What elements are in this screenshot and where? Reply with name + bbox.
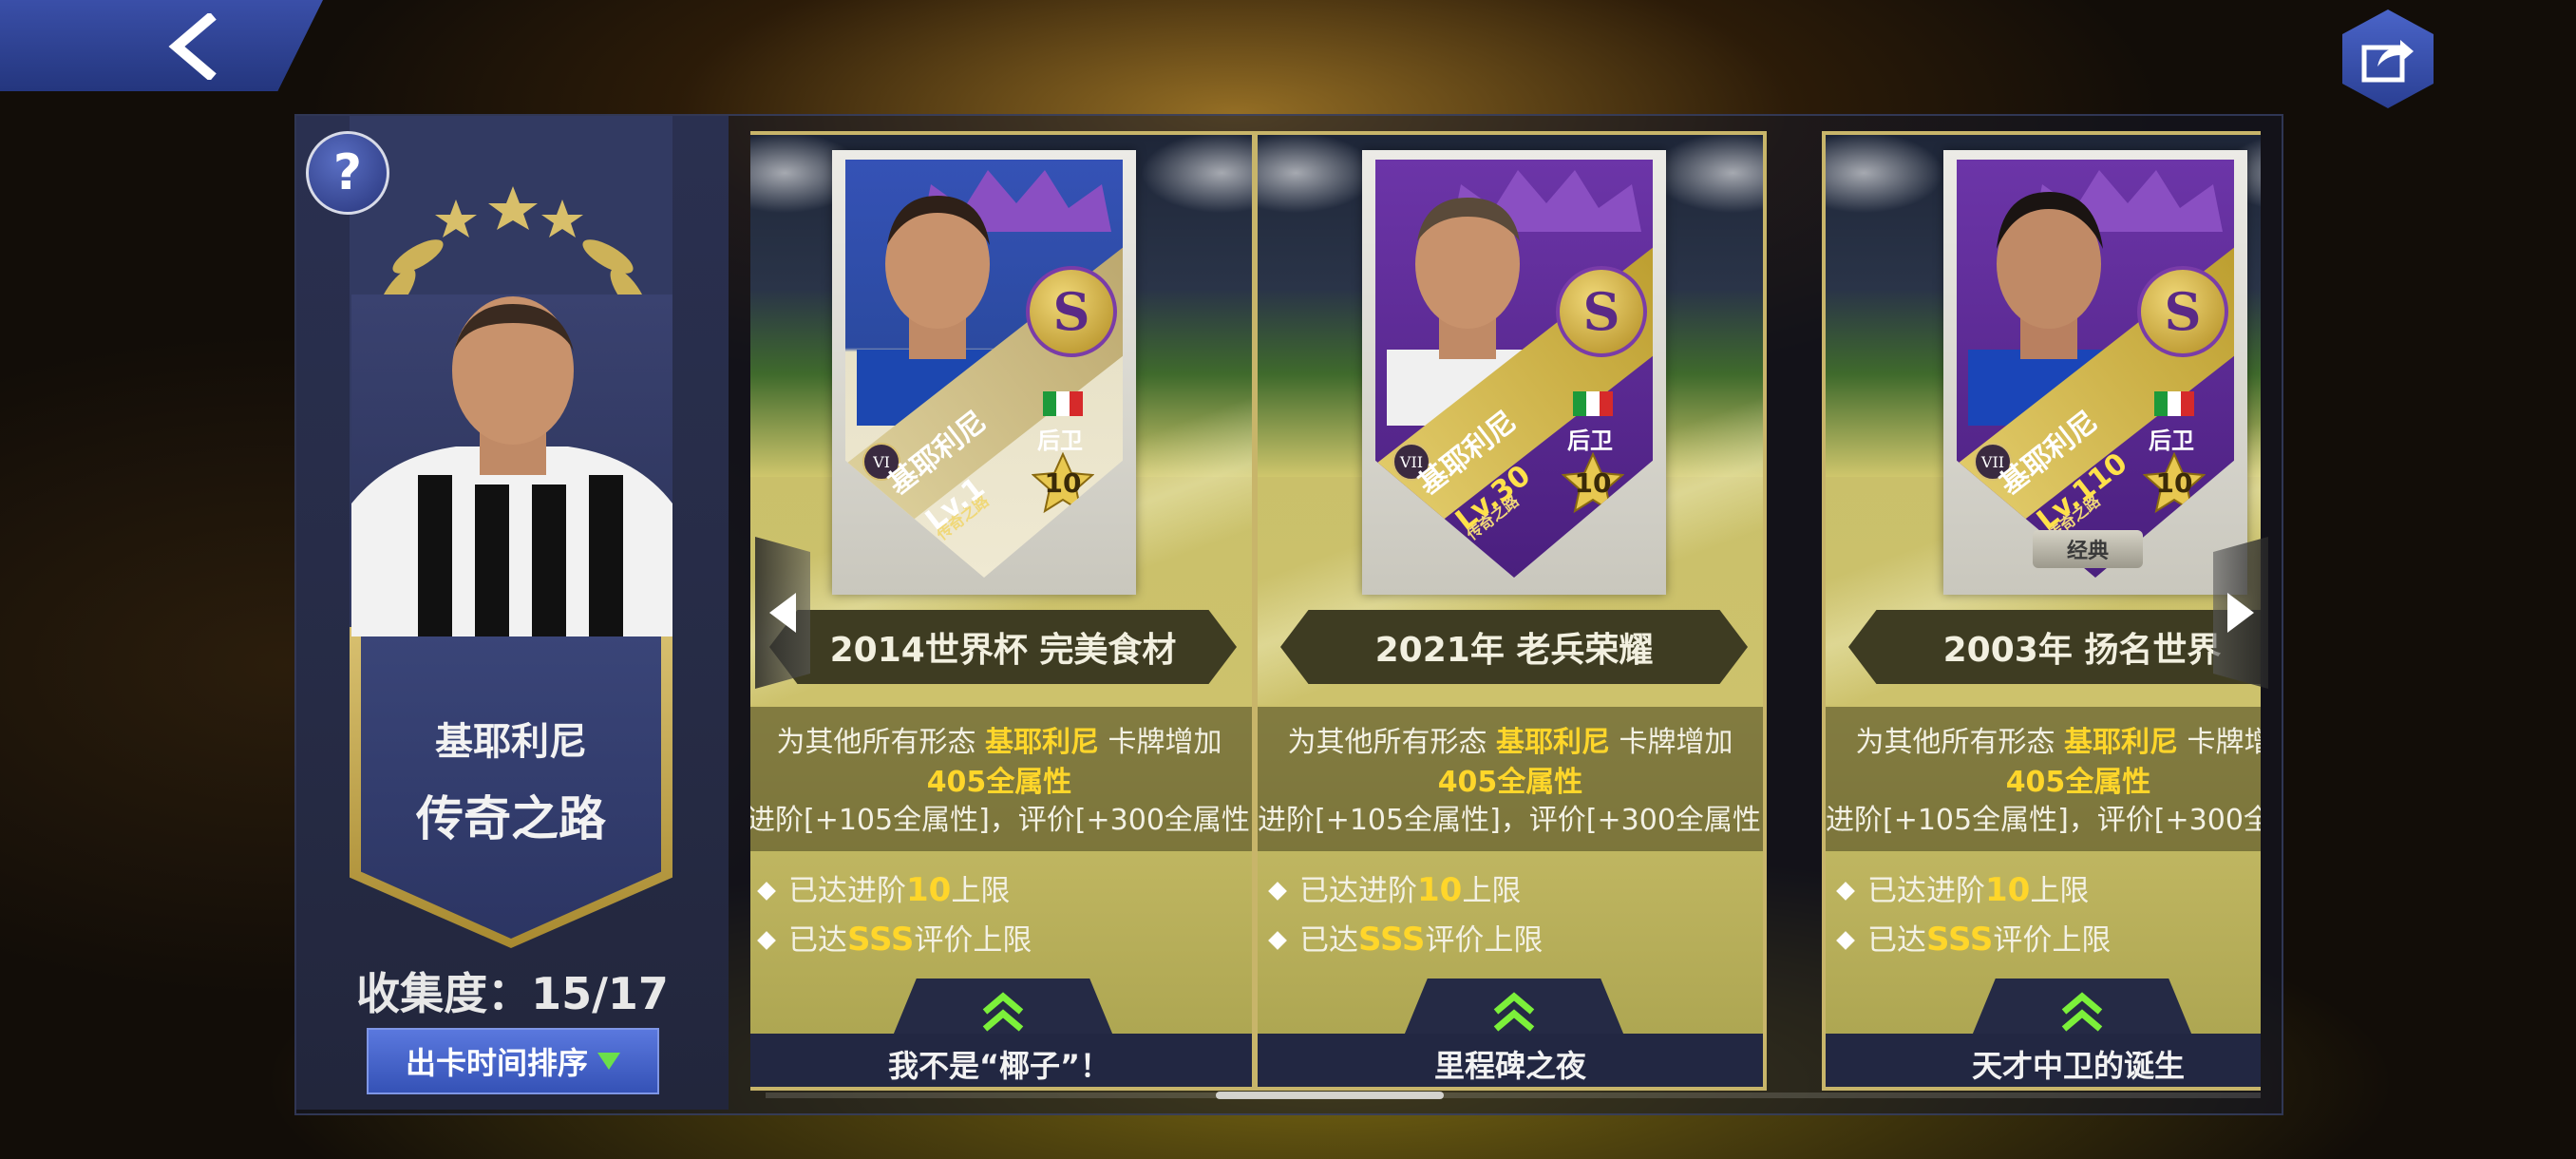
cond-text: 已达 [1299, 923, 1358, 958]
player-card-badge[interactable]: S 后卫 10 VII 传奇之路 基耶利尼 Lv.30 [1362, 150, 1666, 595]
player-card-badge[interactable]: S 后卫 10 VII 传奇之路 基耶利尼 Lv.110 经典 [1943, 150, 2247, 595]
description-box: 为其他所有形态 基耶利尼 卡牌增加 405全属性 进阶[+105全属性]，评价[… [750, 707, 1252, 851]
carousel-scroll-track[interactable] [766, 1092, 2261, 1098]
chevron-left-icon [168, 13, 217, 80]
rating-value: 10 [2155, 467, 2193, 499]
cond-text: 已达进阶 [788, 874, 906, 908]
cond-text: 上限 [2030, 874, 2090, 908]
rating-value: 10 [1044, 467, 1082, 499]
bonus-detail: 进阶[+105全属性]，评价[+300全属性] [750, 804, 1256, 837]
bonus-detail: 进阶[+105全属性]，评价[+300全属性] [1826, 804, 2261, 837]
cond-text: 已达 [788, 923, 847, 958]
cond-text: 已达 [1867, 923, 1926, 958]
card-title: 2014世界杯 完美食材 [769, 610, 1237, 684]
help-button[interactable]: ? [306, 131, 389, 215]
bonus-description: 为其他所有形态 基耶利尼 卡牌增加 [1258, 718, 1763, 760]
cond-highlight: SSS [847, 921, 915, 959]
position-label: 后卫 [1567, 428, 1613, 454]
italy-flag-icon [1043, 391, 1083, 416]
cond-text: 上限 [951, 874, 1011, 908]
sss-emblem-icon: S [1026, 266, 1117, 357]
sss-emblem-icon: S [1556, 266, 1647, 357]
condition-rating: 已达SSS评价上限 [757, 916, 1032, 959]
condition-advance: 已达进阶10上限 [757, 866, 1011, 909]
bonus-value: 405全属性 [2005, 766, 2151, 799]
card-story-title: 我不是“椰子”！ [750, 1034, 1252, 1087]
back-button[interactable] [0, 0, 323, 91]
italy-flag-icon [1573, 391, 1613, 416]
desc-suffix: 卡牌增加 [2187, 726, 2261, 759]
desc-player-name: 基耶利尼 [1496, 726, 1610, 759]
card-title: 2003年 扬名世界 [1848, 610, 2261, 684]
bonus-value: 405全属性 [1437, 766, 1583, 799]
card-story-title: 里程碑之夜 [1258, 1034, 1763, 1087]
sss-emblem-icon: S [2137, 266, 2228, 357]
bonus-value: 405全属性 [926, 766, 1072, 799]
cond-text: 上限 [1462, 874, 1522, 908]
diamond-bullet-icon [757, 882, 776, 901]
desc-suffix: 卡牌增加 [1619, 726, 1733, 759]
cond-text: 已达进阶 [1867, 874, 1985, 908]
condition-advance: 已达进阶10上限 [1836, 866, 2090, 909]
cond-highlight: SSS [1358, 921, 1426, 959]
diamond-bullet-icon [1836, 882, 1855, 901]
card-item[interactable]: S 后卫 10 VII 传奇之路 基耶利尼 Lv.110 经典 2003年 扬名… [1822, 131, 2261, 1091]
cond-text: 评价上限 [1993, 923, 2112, 958]
cond-highlight: SSS [1926, 921, 1994, 959]
diamond-bullet-icon [1268, 882, 1287, 901]
triangle-right-icon [2227, 593, 2254, 633]
cond-highlight: 10 [1417, 871, 1463, 909]
sort-by-release-button[interactable]: 出卡时间排序 [367, 1028, 659, 1094]
desc-player-name: 基耶利尼 [2064, 726, 2178, 759]
desc-player-name: 基耶利尼 [985, 726, 1099, 759]
desc-prefix: 为其他所有形态 [776, 726, 976, 759]
card-carousel[interactable]: S 后卫 10 VI 传奇之路 基耶利尼 Lv.1 2014世界杯 完美食材 为… [750, 116, 2261, 1094]
carousel-next-button[interactable] [2213, 537, 2268, 689]
collection-progress: 收集度：15/17 [356, 968, 669, 1019]
desc-suffix: 卡牌增加 [1108, 726, 1222, 759]
card-story-title: 天才中卫的诞生 [1826, 1034, 2261, 1087]
diamond-bullet-icon [1268, 931, 1287, 950]
condition-rating: 已达SSS评价上限 [1268, 916, 1544, 959]
double-chevron-up-icon [982, 992, 1024, 1032]
caret-down-icon [597, 1053, 620, 1070]
condition-rating: 已达SSS评价上限 [1836, 916, 2112, 959]
desc-prefix: 为其他所有形态 [1855, 726, 2055, 759]
player-card-badge[interactable]: S 后卫 10 VI 传奇之路 基耶利尼 Lv.1 [832, 150, 1136, 595]
player-portrait [351, 294, 672, 636]
description-box: 为其他所有形态 基耶利尼 卡牌增加 405全属性 进阶[+105全属性]，评价[… [1826, 707, 2261, 851]
italy-flag-icon [2154, 391, 2194, 416]
desc-prefix: 为其他所有形态 [1287, 726, 1487, 759]
card-item[interactable]: S 后卫 10 VI 传奇之路 基耶利尼 Lv.1 2014世界杯 完美食材 为… [750, 131, 1256, 1091]
description-box: 为其他所有形态 基耶利尼 卡牌增加 405全属性 进阶[+105全属性]，评价[… [1258, 707, 1763, 851]
share-icon [2361, 40, 2414, 83]
carousel-scroll-thumb[interactable] [1216, 1092, 1444, 1099]
help-label: ? [332, 144, 363, 201]
cond-text: 评价上限 [1425, 923, 1544, 958]
position-label: 后卫 [2149, 428, 2194, 454]
cond-highlight: 10 [1985, 871, 2031, 909]
condition-advance: 已达进阶10上限 [1268, 866, 1522, 909]
cond-text: 评价上限 [914, 923, 1032, 958]
cond-highlight: 10 [906, 871, 952, 909]
left-player-name: 基耶利尼 [435, 720, 587, 764]
double-chevron-up-icon [2061, 992, 2103, 1032]
bonus-description: 为其他所有形态 基耶利尼 卡牌增加 [750, 718, 1252, 760]
triangle-left-icon [769, 593, 796, 633]
classic-label: 经典 [2033, 530, 2143, 568]
bonus-description: 为其他所有形态 基耶利尼 卡牌增加 [1826, 718, 2261, 760]
cond-text: 已达进阶 [1299, 874, 1417, 908]
diamond-bullet-icon [1836, 931, 1855, 950]
card-item[interactable]: S 后卫 10 VII 传奇之路 基耶利尼 Lv.30 2021年 老兵荣耀 为… [1254, 131, 1767, 1091]
card-title: 2021年 老兵荣耀 [1280, 610, 1748, 684]
share-button[interactable] [2342, 10, 2434, 108]
rating-value: 10 [1574, 467, 1612, 499]
sort-label: 出卡时间排序 [405, 1045, 588, 1081]
carousel-prev-button[interactable] [755, 537, 810, 689]
position-label: 后卫 [1037, 428, 1083, 454]
left-subtitle: 传奇之路 [416, 791, 606, 846]
diamond-bullet-icon [757, 931, 776, 950]
bonus-detail: 进阶[+105全属性]，评价[+300全属性] [1258, 804, 1767, 837]
double-chevron-up-icon [1493, 992, 1535, 1032]
